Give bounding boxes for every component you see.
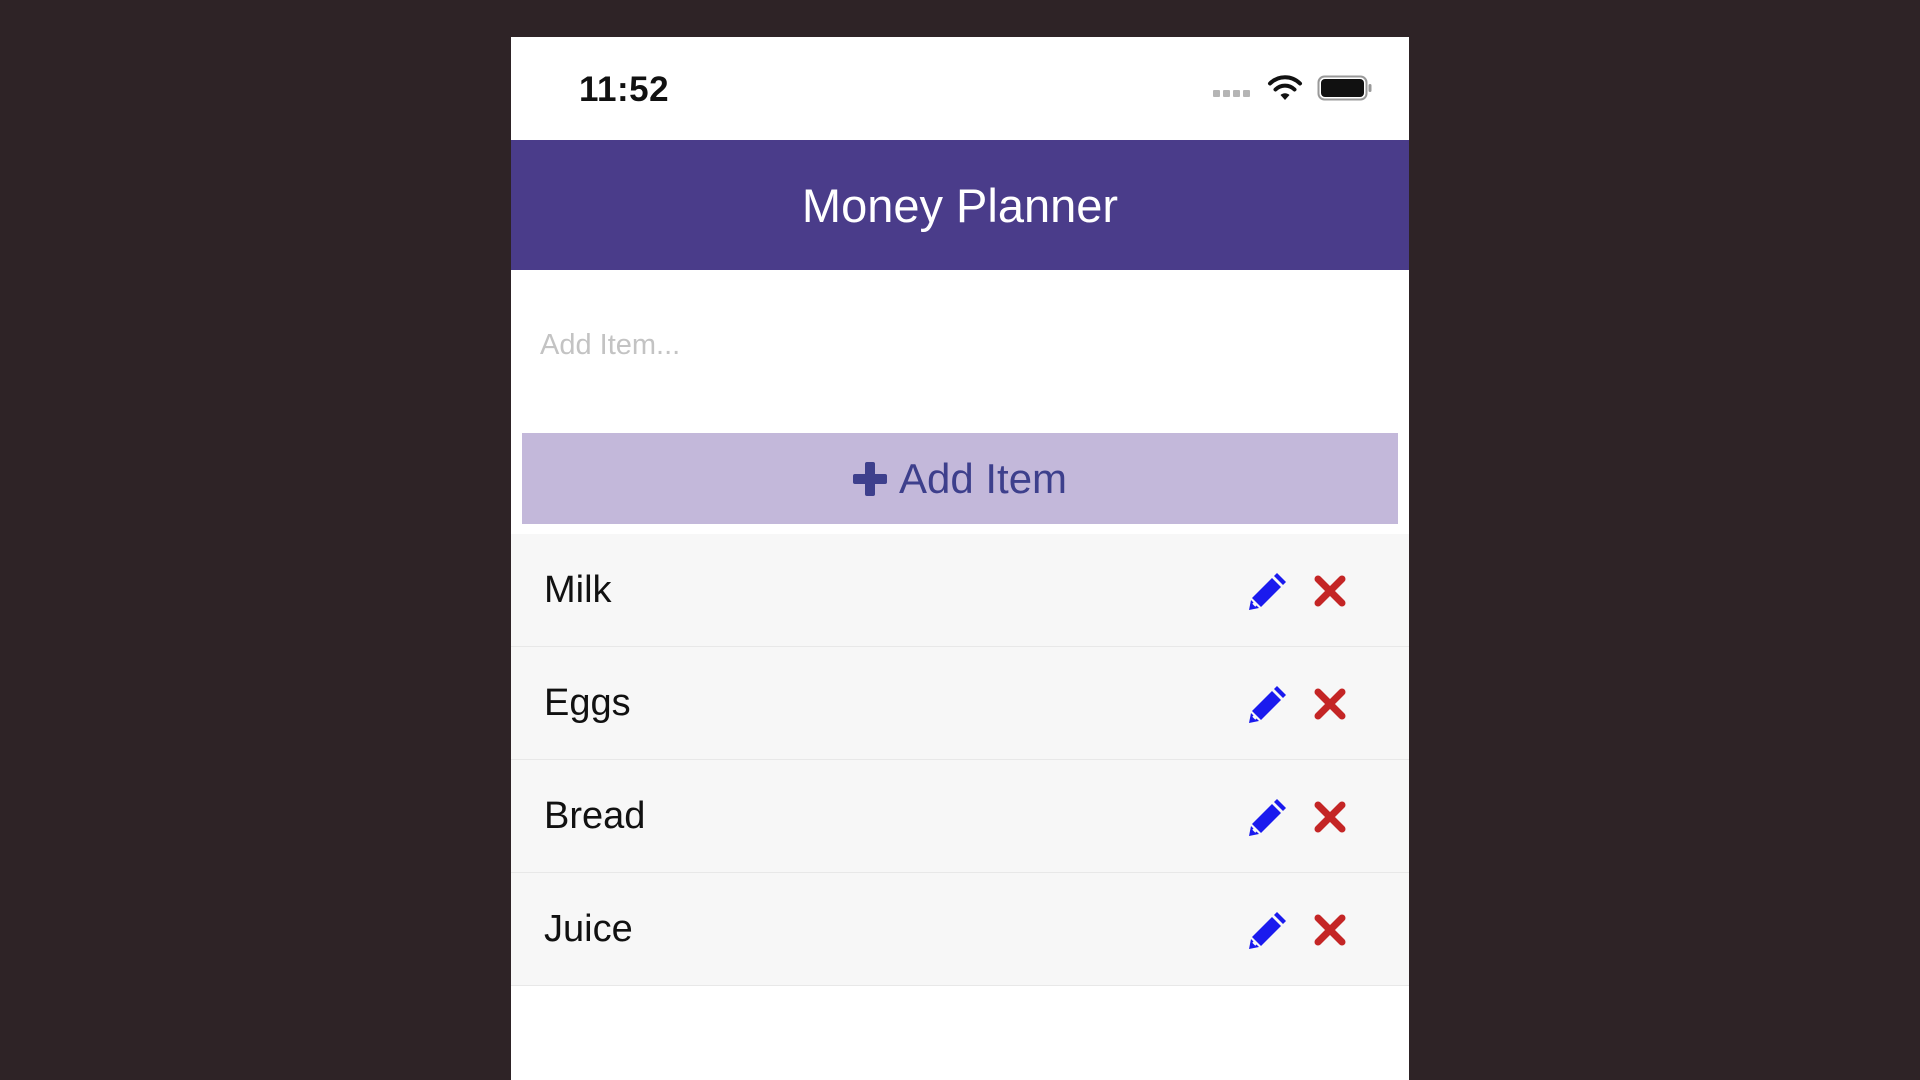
list-item-label: Milk bbox=[544, 569, 612, 611]
plus-icon bbox=[852, 461, 887, 496]
edit-button[interactable] bbox=[1248, 797, 1288, 837]
app-header: Money Planner bbox=[511, 140, 1409, 270]
app-screen: 11:52 Money Planner Add Item... Add Item… bbox=[511, 37, 1409, 1080]
add-item-button[interactable]: Add Item bbox=[522, 433, 1398, 524]
close-icon bbox=[1314, 575, 1346, 607]
pencil-icon bbox=[1249, 912, 1286, 949]
delete-button[interactable] bbox=[1314, 914, 1346, 946]
edit-button[interactable] bbox=[1248, 684, 1288, 724]
cellular-signal-icon bbox=[1213, 89, 1253, 97]
delete-button[interactable] bbox=[1314, 575, 1346, 607]
list-item-label: Eggs bbox=[544, 682, 631, 724]
list-item: Juice bbox=[511, 873, 1409, 986]
close-icon bbox=[1314, 914, 1346, 946]
status-icons bbox=[1213, 73, 1373, 103]
page-title: Money Planner bbox=[801, 178, 1119, 232]
list-item-label: Juice bbox=[544, 908, 633, 950]
wifi-icon bbox=[1268, 75, 1302, 100]
list-item-label: Bread bbox=[544, 795, 646, 837]
add-item-button-label: Add Item bbox=[898, 454, 1068, 502]
delete-button[interactable] bbox=[1314, 801, 1346, 833]
status-bar: 11:52 bbox=[511, 37, 1409, 140]
edit-button[interactable] bbox=[1248, 571, 1288, 611]
list-item: Bread bbox=[511, 760, 1409, 873]
edit-button[interactable] bbox=[1248, 910, 1288, 950]
close-icon bbox=[1314, 801, 1346, 833]
pencil-icon bbox=[1249, 686, 1286, 723]
battery-icon bbox=[1317, 75, 1372, 101]
list-item: Eggs bbox=[511, 647, 1409, 760]
close-icon bbox=[1314, 688, 1346, 720]
pencil-icon bbox=[1249, 573, 1286, 610]
delete-button[interactable] bbox=[1314, 688, 1346, 720]
pencil-icon bbox=[1249, 799, 1286, 836]
status-time: 11:52 bbox=[579, 70, 670, 109]
list-item: Milk bbox=[511, 534, 1409, 647]
add-item-input[interactable] bbox=[511, 270, 1409, 420]
item-list: Milk Eggs Bread Juice bbox=[511, 534, 1409, 986]
